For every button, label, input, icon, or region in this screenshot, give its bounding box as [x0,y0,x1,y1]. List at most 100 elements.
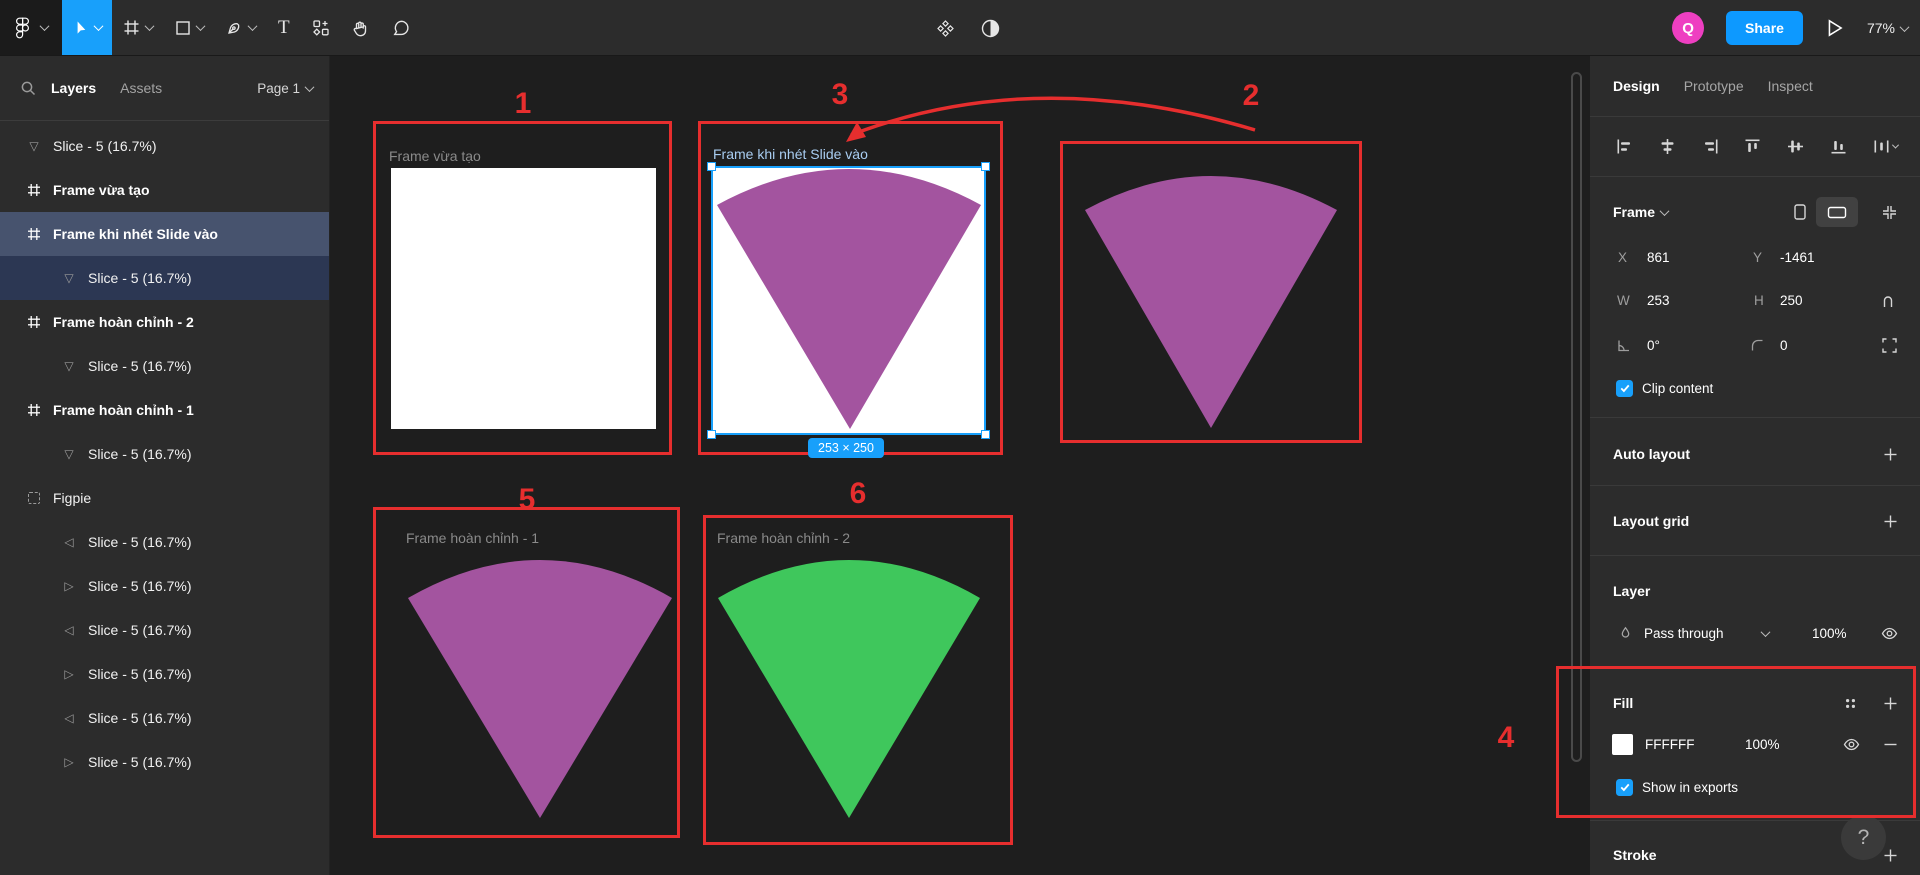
fill-hex-field[interactable]: FFFFFF [1645,737,1694,752]
layer-row-label: Frame vừa tạo [53,182,150,198]
tab-layers[interactable]: Layers [51,80,96,96]
align-left-icon[interactable] [1616,138,1633,155]
layer-row[interactable]: ▷Slice - 5 (16.7%) [0,564,329,608]
constrain-proportions-icon[interactable] [1880,292,1896,309]
frame-icon [26,403,42,417]
blend-mode-dropdown[interactable]: Pass through [1644,626,1724,641]
fill-section-title-row: Fill [1590,687,1920,719]
avatar[interactable]: Q [1672,12,1704,44]
frame-icon [26,183,42,197]
chevron-down-icon [1892,142,1899,149]
canvas-scrollbar[interactable] [1571,72,1582,762]
contrast-icon[interactable] [981,19,1000,38]
frame-tool-button[interactable] [112,0,164,55]
layer-row[interactable]: Frame khi nhét Slide vào [0,212,329,256]
align-horizontal-center-icon[interactable] [1659,138,1676,155]
layer-row[interactable]: ▽Slice - 5 (16.7%) [0,344,329,388]
fill-opacity-field[interactable]: 100% [1745,737,1780,752]
page-selector[interactable]: Page 1 [257,81,313,96]
layer-row-label: Frame hoàn chỉnh - 1 [53,402,194,418]
fill-color-swatch[interactable] [1612,734,1633,755]
fill-section-title: Fill [1613,695,1633,711]
height-value-field[interactable]: 250 [1780,293,1803,308]
layout-grid-title: Layout grid [1613,513,1689,529]
distribute-spacing-icon[interactable] [1873,138,1898,155]
shrink-to-fit-icon[interactable] [1881,204,1898,221]
width-value-field[interactable]: 253 [1647,293,1670,308]
layer-row[interactable]: ◁Slice - 5 (16.7%) [0,696,329,740]
layer-opacity-field[interactable]: 100% [1812,626,1847,641]
add-layout-grid-icon[interactable] [1883,514,1898,529]
corner-radius-icon [1750,338,1765,353]
layer-visibility-eye-icon[interactable] [1881,626,1898,641]
rotation-value-field[interactable]: 0° [1647,338,1660,353]
slice-right-icon: ▷ [61,579,77,593]
comment-tool-button[interactable] [381,0,421,55]
align-top-icon[interactable] [1744,138,1761,155]
layer-row[interactable]: ◁Slice - 5 (16.7%) [0,608,329,652]
tab-assets[interactable]: Assets [120,80,162,96]
x-value-field[interactable]: 861 [1647,250,1670,265]
layer-row[interactable]: ▽Slice - 5 (16.7%) [0,432,329,476]
figma-main-menu[interactable] [0,0,62,55]
remove-fill-minus-icon[interactable] [1883,737,1898,752]
blend-mode-droplet-icon [1618,625,1633,641]
present-play-icon[interactable] [1825,18,1845,38]
orientation-portrait-icon[interactable] [1793,203,1807,221]
align-vertical-center-icon[interactable] [1787,138,1804,155]
tab-inspect[interactable]: Inspect [1768,78,1813,94]
layer-row[interactable]: Figpie [0,476,329,520]
orientation-landscape-button[interactable] [1816,197,1858,227]
layer-row[interactable]: ▷Slice - 5 (16.7%) [0,740,329,784]
chevron-down-icon [39,21,49,31]
clip-content-checkbox[interactable] [1616,380,1633,397]
add-fill-icon[interactable] [1883,696,1898,711]
layer-row-label: Slice - 5 (16.7%) [88,358,191,374]
add-stroke-icon[interactable] [1883,848,1898,863]
height-label: H [1754,293,1764,308]
layer-row[interactable]: ▽Slice - 5 (16.7%) [0,124,329,168]
frame-type-dropdown[interactable]: Frame [1613,204,1655,220]
clip-content-row: Clip content [1590,372,1920,404]
layer-row-label: Slice - 5 (16.7%) [88,446,191,462]
corner-radius-field[interactable]: 0 [1780,338,1788,353]
move-tool-button[interactable] [62,0,112,55]
canvas[interactable]: Frame vừa tạo Frame khi nhét Slide vào F… [330,56,1590,875]
hand-tool-button[interactable] [341,0,381,55]
layer-row[interactable]: ▽Slice - 5 (16.7%) [0,256,329,300]
chevron-down-icon [1660,206,1670,216]
figpie-icon [26,492,42,504]
slice-down-icon: ▽ [61,271,77,285]
annotation-rect-5 [373,507,680,838]
help-button[interactable]: ? [1841,815,1886,860]
share-button[interactable]: Share [1726,11,1803,45]
layer-row[interactable]: Frame hoàn chỉnh - 2 [0,300,329,344]
layer-row-label: Slice - 5 (16.7%) [53,138,156,154]
show-in-exports-checkbox[interactable] [1616,779,1633,796]
zoom-level-control[interactable]: 77% [1867,20,1908,36]
text-tool-button[interactable]: T [267,0,301,55]
tab-prototype[interactable]: Prototype [1684,78,1744,94]
y-value-field[interactable]: -1461 [1780,250,1815,265]
fill-visibility-eye-icon[interactable] [1843,737,1860,752]
independent-corners-icon[interactable] [1881,337,1898,354]
rotation-angle-icon [1616,338,1631,353]
layer-row[interactable]: Frame vừa tạo [0,168,329,212]
layer-row[interactable]: ◁Slice - 5 (16.7%) [0,520,329,564]
search-icon[interactable] [20,80,37,97]
pen-tool-button[interactable] [215,0,267,55]
align-right-icon[interactable] [1702,138,1719,155]
layer-row[interactable]: ▷Slice - 5 (16.7%) [0,652,329,696]
tab-design[interactable]: Design [1613,78,1660,94]
resources-tool-button[interactable] [301,0,341,55]
slice-left-icon: ◁ [61,623,77,637]
layer-row[interactable]: Frame hoàn chỉnh - 1 [0,388,329,432]
component-diamonds-icon[interactable] [936,19,955,38]
shape-tool-button[interactable] [164,0,215,55]
align-bottom-icon[interactable] [1830,138,1847,155]
add-auto-layout-icon[interactable] [1883,447,1898,462]
fill-styles-grid-icon[interactable] [1843,696,1858,711]
frame-type-row: Frame [1590,196,1920,228]
annotation-rect-2 [1060,141,1362,443]
hand-tool-icon [352,19,370,37]
